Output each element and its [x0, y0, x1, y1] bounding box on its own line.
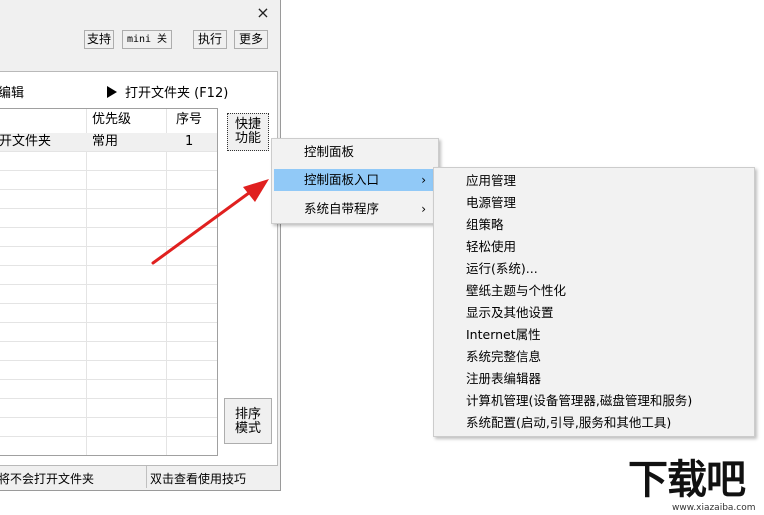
row-priority: 常用 [92, 134, 119, 149]
submenu-item[interactable]: Internet属性 [436, 324, 752, 346]
table-row[interactable] [0, 323, 217, 342]
chevron-right-icon: › [421, 173, 426, 187]
menu-item-label: 控制面板 [304, 144, 355, 159]
submenu-item-label: 运行(系统)... [466, 261, 538, 276]
submenu-item[interactable]: 注册表编辑器 [436, 368, 752, 390]
context-menu: 控制面板 控制面板入口 › 系统自带程序 › [271, 138, 439, 224]
submenu-item[interactable]: 显示及其他设置 [436, 302, 752, 324]
submenu-item[interactable]: 应用管理 [436, 170, 752, 192]
execute-button[interactable]: 执行 [193, 30, 227, 49]
table-row[interactable] [0, 418, 217, 437]
submenu-item[interactable]: 运行(系统)... [436, 258, 752, 280]
submenu-item[interactable]: 组策略 [436, 214, 752, 236]
submenu-item-label: 显示及其他设置 [466, 305, 554, 320]
play-icon [107, 86, 117, 98]
column-header-priority[interactable]: 优先级 [92, 109, 132, 131]
submenu-item-label: 电源管理 [466, 195, 517, 210]
table-row[interactable] [0, 304, 217, 323]
menu-item-label: 控制面板入口 [304, 172, 380, 187]
submenu-item-label: 系统配置(启动,引导,服务和其他工具) [466, 415, 672, 430]
table-row[interactable]: 打开文件夹 常用 1 [0, 133, 217, 152]
open-folder-label: 打开文件夹 (F12) [125, 86, 229, 101]
watermark-url: www.xiazaiba.com [672, 503, 756, 513]
chevron-right-icon: › [421, 202, 426, 216]
mini-toggle-button[interactable]: mini 关 [122, 30, 172, 49]
submenu-item[interactable]: 计算机管理(设备管理器,磁盘管理和服务) [436, 390, 752, 412]
status-divider [146, 466, 147, 488]
control-panel-submenu: 应用管理 电源管理 组策略 轻松使用 运行(系统)... 壁纸主题与个性化 显示… [433, 167, 755, 437]
submenu-item[interactable]: 系统完整信息 [436, 346, 752, 368]
status-right: 双击查看使用技巧 [150, 472, 247, 486]
watermark-logo-text: 下载吧 [628, 457, 746, 503]
quick-function-button[interactable]: 快捷 功能 [227, 113, 269, 151]
submenu-item-label: 组策略 [466, 217, 504, 232]
status-bar: 将不会打开文件夹 双击查看使用技巧 [0, 466, 280, 488]
menu-item-control-panel-entry[interactable]: 控制面板入口 › [274, 169, 436, 191]
submenu-item[interactable]: 壁纸主题与个性化 [436, 280, 752, 302]
menu-item-control-panel[interactable]: 控制面板 [274, 141, 436, 163]
menu-item-label: 系统自带程序 [304, 201, 380, 216]
submenu-item-label: Internet属性 [466, 327, 541, 342]
column-header-index[interactable]: 序号 [176, 109, 203, 131]
submenu-item-label: 注册表编辑器 [466, 371, 542, 386]
menu-item-system-programs[interactable]: 系统自带程序 › [274, 198, 436, 220]
row-name: 打开文件夹 [0, 134, 52, 149]
support-button[interactable]: 支持 [84, 30, 114, 49]
table-row[interactable] [0, 342, 217, 361]
pointer-arrow-icon [151, 179, 269, 265]
table-row[interactable] [0, 152, 217, 171]
submenu-item-label: 轻松使用 [466, 239, 517, 254]
submenu-item-label: 计算机管理(设备管理器,磁盘管理和服务) [466, 393, 693, 408]
submenu-item[interactable]: 电源管理 [436, 192, 752, 214]
submenu-item[interactable]: 系统配置(启动,引导,服务和其他工具) [436, 412, 752, 434]
table-row[interactable] [0, 399, 217, 418]
open-folder-action[interactable]: 打开文件夹 (F12) [107, 82, 228, 101]
table-row[interactable] [0, 380, 217, 399]
submenu-item-label: 应用管理 [466, 173, 517, 188]
table-row[interactable] [0, 285, 217, 304]
sort-mode-button[interactable]: 排序 模式 [224, 398, 272, 444]
edit-label[interactable]: 编辑 [0, 82, 24, 101]
submenu-item[interactable]: 轻松使用 [436, 236, 752, 258]
table-row[interactable] [0, 361, 217, 380]
watermark-logo: 下载吧 www.xiazaiba.com [628, 457, 764, 515]
more-button[interactable]: 更多 [234, 30, 268, 49]
submenu-item-label: 壁纸主题与个性化 [466, 283, 567, 298]
submenu-item-label: 系统完整信息 [466, 349, 542, 364]
shortcut-table[interactable]: 优先级 序号 打开文件夹 常用 1 [0, 108, 218, 456]
row-index: 1 [185, 134, 194, 149]
close-button[interactable]: × [255, 4, 271, 22]
status-left: 将不会打开文件夹 [0, 472, 95, 486]
